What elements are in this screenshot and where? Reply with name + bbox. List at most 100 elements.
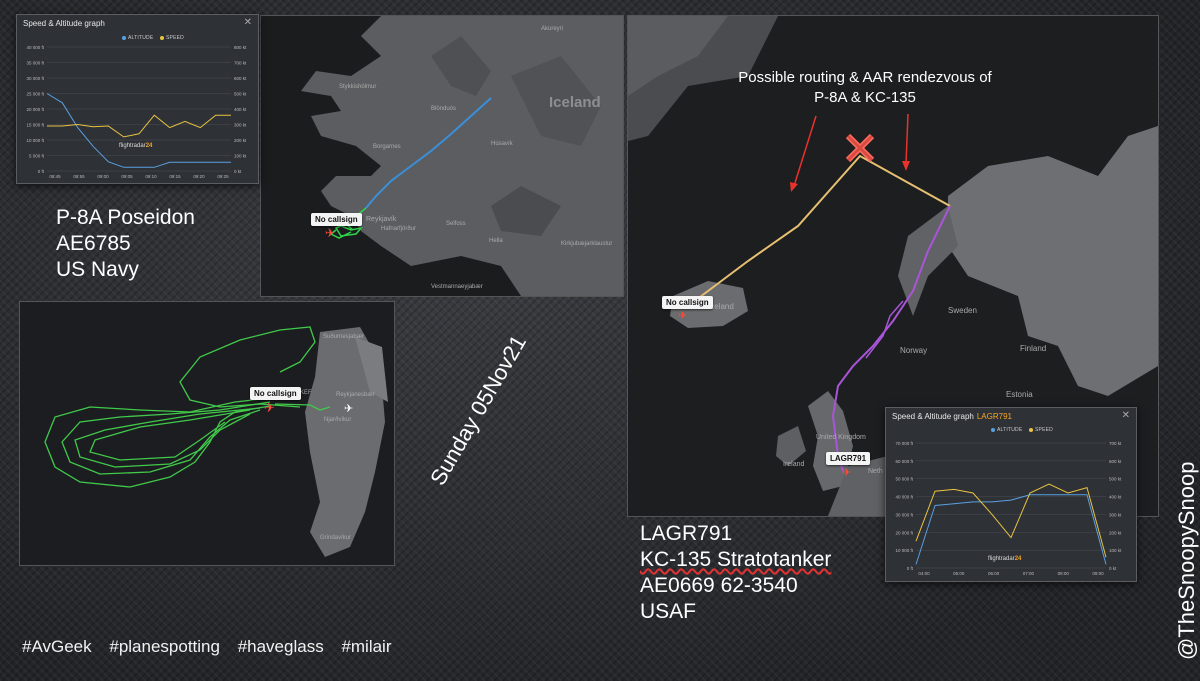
keflavik-map-graphic (20, 302, 394, 565)
annotation-line-1: Possible routing & AAR rendezvous of (738, 69, 992, 86)
hex-code: AE6785 (56, 232, 131, 255)
y-tick-label: 25 000 ft (26, 92, 44, 97)
x-tick-label: 09:05 (121, 174, 133, 179)
series-line-altitude (46, 93, 231, 168)
y-tick-label: 5 000 ft (29, 154, 45, 159)
plane-icon[interactable]: ✈ (325, 226, 335, 240)
y-tick-label: 20 000 ft (26, 107, 44, 112)
y2-tick-label: 400 kt (1109, 495, 1122, 500)
x-tick-label: 05:00 (953, 571, 965, 576)
y2-tick-label: 300 kt (1109, 512, 1122, 517)
map-place-label: Estonia (1006, 390, 1033, 399)
flightradar-logo: flightradar24 (119, 143, 152, 149)
map-country-label: Iceland (549, 94, 601, 111)
operator: USAF (640, 600, 697, 623)
annotation-line-2: P-8A & KC-135 (814, 89, 916, 106)
x-tick-label: 09:00 (97, 174, 109, 179)
operator: US Navy (56, 258, 139, 281)
routing-annotation: Possible routing & AAR rendezvous of P-8… (700, 68, 1030, 108)
y-tick-label: 60 000 ft (895, 459, 913, 464)
iceland-map-graphic (261, 16, 623, 296)
y-tick-label: 0 ft (907, 566, 914, 571)
chart-plot: 0 ft 5 000 ft 10 000 ft 15 000 ft 20 000 ft 2… (26, 45, 247, 179)
y2-tick-label: 200 kt (234, 138, 247, 143)
y2-tick-label: 500 kt (1109, 477, 1122, 482)
plane-icon[interactable]: ✈ (842, 466, 851, 479)
x-tick-label: 04:00 (918, 571, 930, 576)
y-tick-label: 0 ft (38, 169, 45, 174)
aircraft-tag[interactable]: No callsign (250, 387, 301, 400)
y2-tick-label: 0 kt (234, 169, 242, 174)
hashtag: #milair (341, 637, 392, 656)
y2-tick-label: 600 kt (234, 76, 247, 81)
map-place-label: Húsavík (491, 141, 513, 147)
y-tick-label: 40 000 ft (895, 495, 913, 500)
x-tick-label: 08:00 (1058, 571, 1070, 576)
map-place-label: Kirkjubæjarklaustur (561, 241, 613, 247)
y2-tick-label: 800 kt (234, 45, 247, 50)
map-place-label: Reykjavík (366, 216, 397, 223)
plane-icon[interactable]: ✈ (264, 400, 275, 416)
series-line-speed (47, 114, 231, 138)
x-tick-label: 09:10 (145, 174, 157, 179)
callsign: LAGR791 (640, 522, 733, 545)
map-place-label: Hella (489, 238, 503, 244)
map-place-label: Njarðvíkur (324, 417, 352, 423)
iceland-map[interactable]: Iceland Stykkishólmur Borgarnes Reykjaví… (261, 16, 623, 296)
y-tick-label: 10 000 ft (26, 138, 44, 143)
flightradar-logo: flightradar24 (988, 556, 1021, 562)
y-tick-label: 10 000 ft (895, 548, 913, 553)
logo-text: flightradar (119, 143, 146, 149)
y2-tick-label: 100 kt (1109, 548, 1122, 553)
aircraft-type: P-8A Poseidon (56, 206, 195, 229)
keflavik-map[interactable]: Suðurnesjabær Reykjanesbær Njarðvíkur Gr… (20, 302, 394, 565)
map-place-label: Suðurnesjabær (323, 334, 365, 340)
y-tick-label: 30 000 ft (895, 512, 913, 517)
kc135-info: LAGR791 KC-135 Stratotanker AE0669 62-35… (640, 521, 831, 625)
airport-icon: ✈ (344, 403, 354, 415)
map-place-label: Reykjanesbær (336, 392, 375, 398)
y-tick-label: 20 000 ft (895, 530, 913, 535)
map-place-label: Ireland (783, 461, 805, 468)
x-tick-label: 06:00 (988, 571, 1000, 576)
map-place-label: Neth (868, 468, 883, 475)
aircraft-tag[interactable]: No callsign (311, 213, 362, 226)
hashtag: #planespotting (109, 637, 220, 656)
y2-tick-label: 700 kt (1109, 441, 1122, 446)
hashtags: #AvGeek #planespotting #haveglass #milai… (22, 637, 405, 657)
y-tick-label: 35 000 ft (26, 61, 44, 66)
x-tick-label: 09:25 (217, 174, 229, 179)
y-tick-label: 30 000 ft (26, 76, 44, 81)
logo-number: 24 (1014, 556, 1022, 562)
p8a-info: P-8A Poseidon AE6785 US Navy (56, 205, 195, 283)
x-tick-label: 08:45 (49, 174, 61, 179)
x-tick-label: 09:20 (193, 174, 205, 179)
aircraft-tag-kc135[interactable]: LAGR791 (826, 452, 871, 465)
speed-altitude-chart-p8a: Speed & Altitude graph ✕ ALTITUDE SPEED … (16, 14, 259, 184)
series-line-altitude (915, 494, 1107, 565)
aircraft-tag-p8a[interactable]: No callsign (662, 296, 713, 309)
y2-tick-label: 600 kt (1109, 459, 1122, 464)
y2-tick-label: 500 kt (234, 92, 247, 97)
map-place-label: United Kingdom (816, 434, 866, 441)
map-place-label: Stykkishólmur (339, 84, 377, 90)
y2-tick-label: 700 kt (234, 61, 247, 66)
y-tick-label: 15 000 ft (26, 123, 44, 128)
map-place-label: Grindavíkur (320, 535, 352, 541)
y-tick-label: 50 000 ft (895, 477, 913, 482)
y-tick-label: 40 000 ft (26, 45, 44, 50)
hashtag: #AvGeek (22, 637, 92, 656)
map-place-label: KEF (300, 390, 312, 396)
map-place-label: Vestmannaeyjabær (431, 284, 483, 290)
plane-icon[interactable]: ✈ (678, 309, 687, 322)
map-place-label: Finland (1020, 344, 1047, 353)
map-place-label: Norway (900, 346, 928, 355)
y2-tick-label: 400 kt (234, 107, 247, 112)
map-place-label: Blönduós (431, 106, 457, 112)
x-tick-label: 07:00 (1023, 571, 1035, 576)
x-tick-label: 09:15 (169, 174, 181, 179)
x-tick-label: 09:00 (1092, 571, 1104, 576)
x-tick-label: 08:55 (73, 174, 85, 179)
logo-number: 24 (145, 143, 153, 149)
y2-tick-label: 100 kt (234, 154, 247, 159)
